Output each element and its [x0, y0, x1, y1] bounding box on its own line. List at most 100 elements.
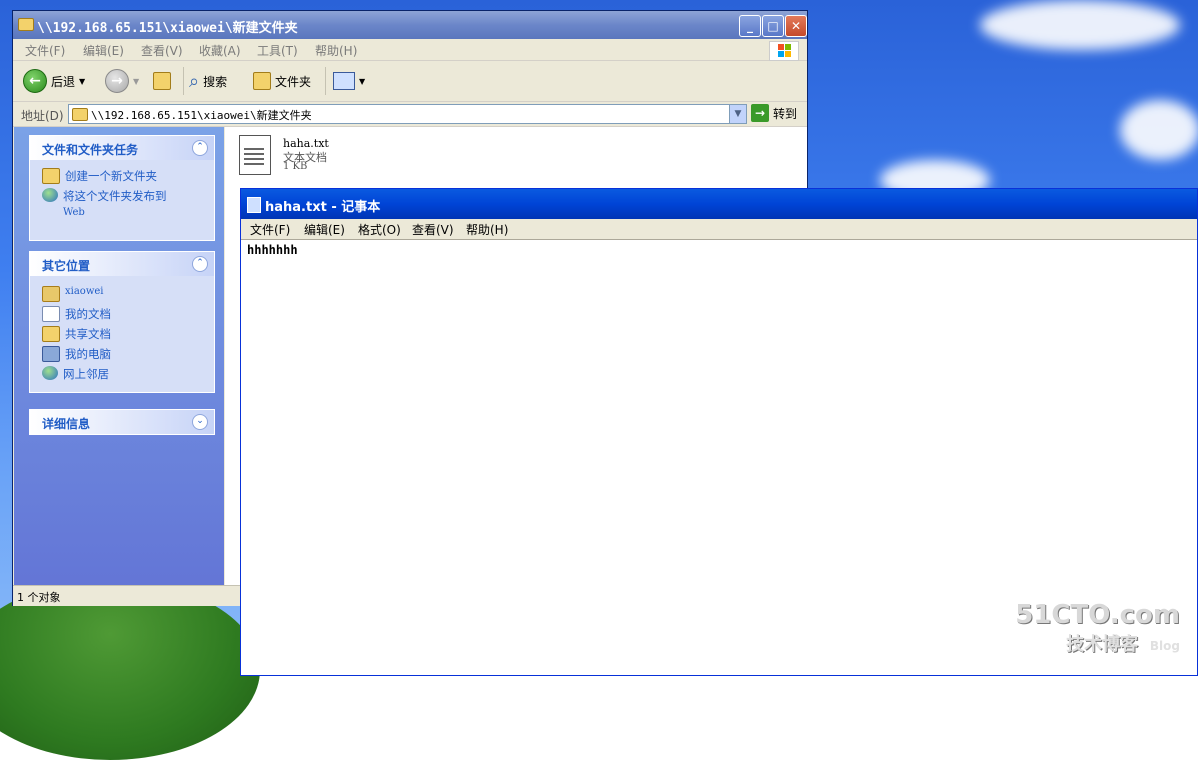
place-xiaowei[interactable]: xiaowei	[42, 286, 104, 302]
go-arrow-icon: →	[751, 104, 769, 122]
place-label: 网上邻居	[63, 367, 109, 381]
up-folder-button[interactable]	[153, 68, 171, 94]
network-folder-icon	[42, 286, 60, 302]
chevron-down-icon: ▼	[79, 76, 86, 86]
file-size: 1 KB	[283, 161, 308, 172]
watermark-line3: Blog	[1149, 639, 1180, 653]
menu-help[interactable]: 帮助(H)	[466, 221, 508, 238]
search-button[interactable]: ⌕ 搜索	[189, 68, 227, 94]
forward-arrow-icon: →	[105, 69, 129, 93]
place-my-computer[interactable]: 我的电脑	[42, 346, 111, 362]
close-button[interactable]: ✕	[785, 15, 807, 37]
forward-button[interactable]: → ▼	[105, 68, 139, 94]
task-label-line1: 将这个文件夹发布到	[63, 189, 167, 203]
menu-tools[interactable]: 工具(T)	[257, 42, 298, 59]
folders-label: 文件夹	[275, 74, 312, 89]
watermark-line2: 技术博客	[1066, 634, 1139, 655]
details-panel: 详细信息 ⌄	[29, 409, 215, 435]
place-label: 我的文档	[65, 307, 111, 321]
folder-icon	[18, 18, 34, 31]
globe-icon	[42, 188, 58, 202]
panel-title: 详细信息	[42, 417, 91, 431]
text-file-icon	[239, 135, 271, 175]
place-my-documents[interactable]: 我的文档	[42, 306, 111, 322]
menu-view[interactable]: 查看(V)	[412, 221, 454, 238]
place-label: 共享文档	[65, 327, 111, 341]
folder-icon	[253, 72, 271, 90]
notepad-title: haha.txt - 记事本	[265, 200, 381, 215]
chevron-down-icon: ▼	[133, 76, 140, 86]
back-label: 后退	[51, 74, 76, 89]
maximize-button[interactable]: □	[762, 15, 784, 37]
cloud	[980, 0, 1180, 50]
back-arrow-icon: ←	[23, 69, 47, 93]
menu-file[interactable]: 文件(F)	[25, 42, 65, 59]
address-value: \\192.168.65.151\xiaowei\新建文件夹	[91, 109, 312, 122]
place-label: xiaowei	[65, 286, 104, 297]
status-bar: 1 个对象	[13, 585, 243, 606]
task-publish-web[interactable]: 将这个文件夹发布到 Web	[42, 188, 167, 218]
other-places-panel: 其它位置 ⌃ xiaowei 我的文档 共享文档 我的电脑 网上邻居	[29, 251, 215, 393]
toolbar-separator	[325, 67, 326, 95]
address-bar: 地址(D) \\192.168.65.151\xiaowei\新建文件夹 ▼ →…	[13, 102, 807, 127]
notepad-text-area[interactable]: hhhhhhh	[247, 243, 298, 257]
menu-edit[interactable]: 编辑(E)	[304, 221, 345, 238]
search-label: 搜索	[203, 74, 228, 89]
toolbar-separator	[183, 67, 184, 95]
panel-header[interactable]: 文件和文件夹任务 ⌃	[30, 136, 214, 160]
place-label: 我的电脑	[65, 347, 111, 361]
menu-help[interactable]: 帮助(H)	[315, 42, 357, 59]
new-folder-icon	[42, 168, 60, 184]
place-network[interactable]: 网上邻居	[42, 366, 109, 382]
menu-format[interactable]: 格式(O)	[358, 221, 401, 238]
folder-icon	[72, 108, 88, 121]
network-icon	[42, 366, 58, 380]
place-shared-documents[interactable]: 共享文档	[42, 326, 111, 342]
menu-file[interactable]: 文件(F)	[250, 221, 290, 238]
go-button[interactable]: → 转到	[751, 104, 797, 122]
task-pane: 文件和文件夹任务 ⌃ 创建一个新文件夹 将这个文件夹发布到 Web 其它位置 ⌃	[14, 127, 224, 591]
chevron-up-icon[interactable]: ⌃	[192, 256, 208, 272]
up-folder-icon	[153, 72, 171, 90]
menu-edit[interactable]: 编辑(E)	[83, 42, 124, 59]
address-input[interactable]: \\192.168.65.151\xiaowei\新建文件夹 ▼	[68, 104, 747, 124]
cloud	[1120, 100, 1198, 160]
go-label: 转到	[773, 106, 798, 121]
task-label-line2: Web	[63, 207, 85, 218]
explorer-menubar: 文件(F) 编辑(E) 查看(V) 收藏(A) 工具(T) 帮助(H)	[13, 39, 807, 61]
computer-icon	[42, 346, 60, 362]
watermark-logo: 51CTO.com 技术博客 Blog	[1015, 600, 1180, 656]
windows-logo-icon	[769, 41, 799, 61]
watermark-line1: 51CTO.com	[1015, 600, 1180, 630]
chevron-down-icon[interactable]: ⌄	[192, 414, 208, 430]
green-hill	[0, 580, 260, 760]
explorer-titlebar[interactable]: \\192.168.65.151\xiaowei\新建文件夹 _ □ ✕	[13, 11, 807, 39]
task-label: 将这个文件夹发布到 Web	[63, 188, 167, 218]
chevron-up-icon[interactable]: ⌃	[192, 140, 208, 156]
status-text: 1 个对象	[17, 591, 61, 604]
panel-header[interactable]: 其它位置 ⌃	[30, 252, 214, 276]
folders-button[interactable]: 文件夹	[253, 68, 311, 94]
notepad-icon	[247, 197, 261, 213]
search-icon: ⌕	[189, 70, 200, 92]
shared-folder-icon	[42, 326, 60, 342]
menu-view[interactable]: 查看(V)	[141, 42, 183, 59]
explorer-toolbar: ← 后退 ▼ → ▼ ⌕ 搜索 文件夹 ▼	[13, 61, 807, 102]
address-label: 地址(D)	[21, 109, 64, 123]
panel-header[interactable]: 详细信息 ⌄	[30, 410, 214, 434]
minimize-button[interactable]: _	[739, 15, 761, 37]
panel-title: 文件和文件夹任务	[42, 143, 139, 157]
explorer-title: \\192.168.65.151\xiaowei\新建文件夹	[37, 21, 298, 36]
task-label: 创建一个新文件夹	[65, 169, 157, 183]
chevron-down-icon: ▼	[359, 76, 366, 86]
notepad-menubar: 文件(F) 编辑(E) 格式(O) 查看(V) 帮助(H)	[241, 219, 1197, 240]
file-folder-tasks-panel: 文件和文件夹任务 ⌃ 创建一个新文件夹 将这个文件夹发布到 Web	[29, 135, 215, 241]
views-button[interactable]: ▼	[333, 68, 365, 94]
views-icon	[333, 72, 355, 90]
back-button[interactable]: ← 后退 ▼	[23, 68, 85, 94]
task-new-folder[interactable]: 创建一个新文件夹	[42, 168, 157, 184]
menu-favorites[interactable]: 收藏(A)	[199, 42, 241, 59]
notepad-titlebar[interactable]: haha.txt - 记事本	[241, 189, 1197, 219]
address-dropdown-button[interactable]: ▼	[729, 105, 746, 123]
panel-title: 其它位置	[42, 259, 91, 273]
